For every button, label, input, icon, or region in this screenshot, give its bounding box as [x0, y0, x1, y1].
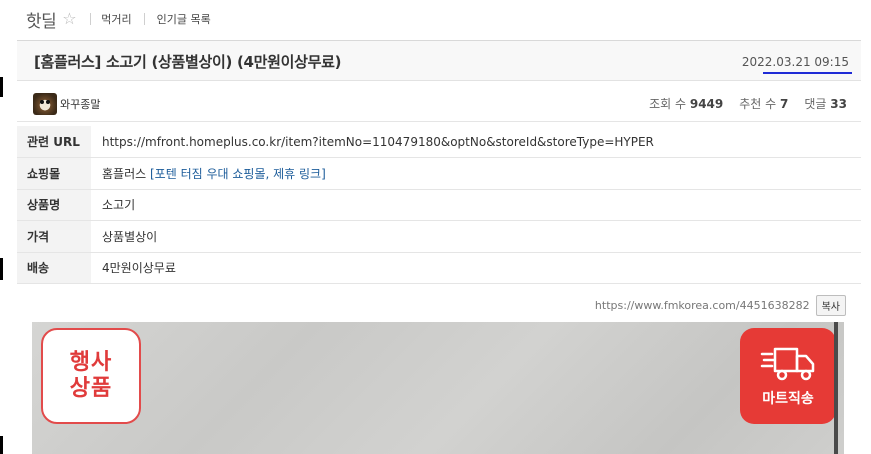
delivery-truck-icon [760, 347, 815, 381]
mart-delivery-badge: 마트직송 [740, 328, 836, 424]
divider [143, 13, 145, 25]
row-label: 상품명 [17, 189, 91, 221]
post-title-bar: [홈플러스] 소고기 (상품별상이) (4만원이상무료) 2022.03.21 … [17, 40, 861, 81]
shipping: 4만원이상무료 [102, 261, 176, 276]
affiliate-link[interactable]: [포텐 터짐 우대 쇼핑몰, 제휴 링크] [150, 167, 326, 181]
row-label: 쇼핑몰 [17, 157, 91, 189]
permalink-row: https://www.fmkorea.com/4451638282 복사 [595, 295, 846, 316]
avatar[interactable] [33, 93, 57, 115]
recommend-stat: 추천 수 7 [739, 97, 789, 111]
post-title: [홈플러스] 소고기 (상품별상이) (4만원이상무료) [34, 53, 342, 71]
board-header: 핫딜 ☆ 먹거리 인기글 목록 [26, 4, 211, 34]
image-scrollbar [834, 322, 838, 454]
price: 상품별상이 [102, 229, 158, 244]
mall-name: 홈플러스 [102, 166, 147, 181]
breadcrumb-popular-list[interactable]: 인기글 목록 [157, 11, 211, 27]
related-url[interactable]: https://mfront.homeplus.co.kr/item?itemN… [91, 126, 861, 158]
table-row: 상품명 소고기 [17, 189, 861, 221]
product-image: 행사 상품 마트직송 [32, 322, 844, 454]
divider [90, 13, 92, 25]
date-underline [763, 72, 852, 74]
author-name[interactable]: 와꾸종말 [60, 96, 100, 112]
board-title[interactable]: 핫딜 [26, 7, 57, 32]
deal-info-table: 관련 URL https://mfront.homeplus.co.kr/ite… [17, 126, 861, 284]
copy-button[interactable]: 복사 [815, 295, 846, 316]
comments-stat[interactable]: 댓글 33 [804, 95, 847, 112]
post-stats: 조회 수 9449 추천 수 7 댓글 33 [649, 95, 847, 112]
table-row: 관련 URL https://mfront.homeplus.co.kr/ite… [17, 126, 861, 158]
table-row: 가격 상품별상이 [17, 220, 861, 252]
shopping-mall: 홈플러스 [포텐 터짐 우대 쇼핑몰, 제휴 링크] [91, 158, 861, 190]
row-label: 관련 URL [17, 126, 91, 158]
table-row: 쇼핑몰 홈플러스 [포텐 터짐 우대 쇼핑몰, 제휴 링크] [17, 157, 861, 190]
event-product-badge: 행사 상품 [41, 328, 141, 424]
row-label: 배송 [17, 252, 91, 284]
post-date: 2022.03.21 09:15 [741, 55, 849, 69]
post-meta: 와꾸종말 조회 수 9449 추천 수 7 댓글 33 [17, 84, 861, 122]
product-name: 소고기 [102, 198, 136, 213]
star-icon[interactable]: ☆ [62, 11, 78, 27]
permalink-url[interactable]: https://www.fmkorea.com/4451638282 [595, 299, 810, 312]
views-stat: 조회 수 9449 [649, 97, 724, 111]
breadcrumb-category[interactable]: 먹거리 [101, 11, 131, 27]
row-label: 가격 [17, 220, 91, 252]
table-row: 배송 4만원이상무료 [17, 252, 861, 284]
